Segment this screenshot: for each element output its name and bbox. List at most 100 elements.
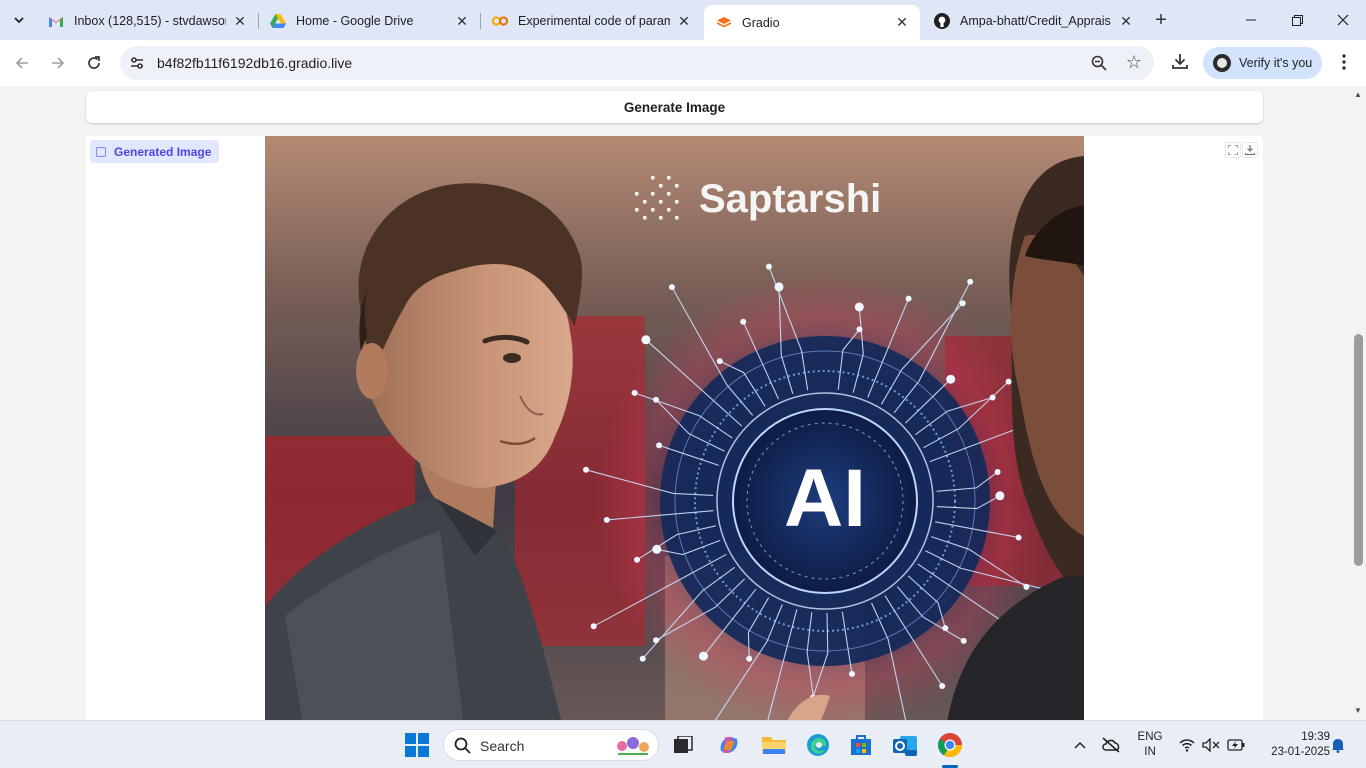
url-text[interactable]: b4f82fb11f6192db16.gradio.live <box>157 55 352 71</box>
circuit-node <box>1023 583 1030 590</box>
logo-dot <box>643 216 647 220</box>
language-indicator[interactable]: ENG IN <box>1136 730 1164 760</box>
github-icon <box>934 13 950 29</box>
circuit-node <box>939 683 946 689</box>
battery-charging-icon <box>1227 739 1245 751</box>
scroll-down-arrow-icon[interactable]: ▼ <box>1353 706 1363 716</box>
profile-verify-button[interactable]: Verify it's you <box>1203 47 1322 79</box>
image-brand-text: Saptarshi <box>699 177 881 221</box>
circuit-node <box>590 623 597 630</box>
tab-gradio[interactable]: Gradio ✕ <box>704 5 920 40</box>
circuit-node <box>740 318 747 325</box>
circuit-node <box>905 295 912 302</box>
notifications-button[interactable] <box>1328 721 1348 768</box>
close-window-button[interactable] <box>1320 0 1366 40</box>
fullscreen-button[interactable] <box>1225 142 1241 158</box>
outlook-icon <box>893 736 917 756</box>
folder-icon <box>762 737 786 754</box>
wifi-status[interactable] <box>1178 721 1196 768</box>
clock-date: 23-01-2025 <box>1271 746 1330 758</box>
close-tab-icon[interactable]: ✕ <box>894 14 910 31</box>
address-bar[interactable]: b4f82fb11f6192db16.gradio.live ☆ <box>120 46 1154 80</box>
arrow-left-icon <box>15 57 28 69</box>
arrow-right-icon <box>52 57 65 69</box>
start-button[interactable] <box>401 729 433 761</box>
microsoft-store-button[interactable] <box>845 729 877 761</box>
kebab-menu-icon <box>1342 54 1346 70</box>
chrome-button[interactable] <box>934 729 966 761</box>
site-info-icon[interactable] <box>128 54 146 72</box>
zoom-icon[interactable] <box>1090 54 1108 72</box>
forward-button[interactable] <box>44 49 72 77</box>
circuit-node <box>942 625 949 632</box>
logo-dot <box>659 216 663 220</box>
edge-icon <box>807 734 829 756</box>
logo-dot <box>667 176 671 180</box>
gradio-icon <box>716 15 732 31</box>
circuit-node <box>641 335 651 345</box>
page-viewport: Generate Image Generated Image AI Saptar… <box>0 86 1350 720</box>
back-button[interactable] <box>8 49 36 77</box>
logo-dot <box>651 192 655 196</box>
language-region: IN <box>1144 746 1156 758</box>
logo-dot <box>643 200 647 204</box>
tab-gmail[interactable]: Inbox (128,515) - stvdawson ✕ <box>36 6 258 36</box>
circuit-node <box>946 374 956 384</box>
scroll-thumb[interactable] <box>1354 334 1363 566</box>
generated-image: AI Saptarshi <box>265 136 1084 720</box>
download-image-button[interactable] <box>1242 142 1258 158</box>
taskbar-search-box[interactable]: Search <box>443 729 659 761</box>
circuit-node <box>631 389 638 396</box>
profile-label: Verify it's you <box>1239 56 1313 70</box>
circuit-node <box>959 300 966 307</box>
show-hidden-icons-button[interactable] <box>1070 721 1090 768</box>
minimize-button[interactable] <box>1228 0 1274 40</box>
logo-dot <box>635 192 639 196</box>
close-tab-icon[interactable]: ✕ <box>1118 13 1134 29</box>
circuit-node <box>995 491 1005 501</box>
output-label-text: Generated Image <box>114 144 212 159</box>
system-clock[interactable]: 19:39 23-01-2025 <box>1254 730 1330 760</box>
browser-menu-button[interactable] <box>1334 50 1354 74</box>
tab-title: Ampa-bhatt/Credit_Apprais <box>960 14 1111 28</box>
circuit-node <box>653 637 659 644</box>
onedrive-status-button[interactable] <box>1100 721 1122 768</box>
tab-github[interactable]: Ampa-bhatt/Credit_Apprais ✕ <box>922 6 1144 36</box>
new-tab-button[interactable]: + <box>1149 8 1173 32</box>
generate-image-button[interactable]: Generate Image <box>86 91 1263 123</box>
page-scrollbar[interactable]: ▲ ▼ <box>1350 86 1366 720</box>
reload-button[interactable] <box>80 49 108 77</box>
fullscreen-icon <box>1228 145 1238 155</box>
close-tab-icon[interactable]: ✕ <box>454 13 470 29</box>
restore-button[interactable] <box>1274 0 1320 40</box>
language-code: ENG <box>1137 731 1163 743</box>
close-tab-icon[interactable]: ✕ <box>676 13 692 29</box>
battery-status[interactable] <box>1226 721 1246 768</box>
edge-button[interactable] <box>802 729 834 761</box>
bookmark-star-icon[interactable]: ☆ <box>1126 52 1142 73</box>
outlook-button[interactable] <box>889 729 921 761</box>
tab-search-button[interactable] <box>6 7 32 33</box>
downloads-button[interactable] <box>1168 49 1192 73</box>
tab-title: Gradio <box>742 15 780 30</box>
copilot-button[interactable] <box>713 729 745 761</box>
scroll-up-arrow-icon[interactable]: ▲ <box>1353 90 1363 100</box>
tab-google-drive[interactable]: Home - Google Drive ✕ <box>258 6 480 36</box>
taskbar-search-label: Search <box>480 738 525 754</box>
download-icon <box>1245 145 1255 155</box>
circuit-node <box>668 284 675 291</box>
file-explorer-button[interactable] <box>758 729 790 761</box>
circuit-node <box>967 278 974 285</box>
output-label: Generated Image <box>90 140 220 163</box>
chevron-up-icon <box>1074 741 1086 749</box>
tab-colab[interactable]: Experimental code of param ✕ <box>480 6 702 36</box>
google-drive-icon <box>270 13 286 29</box>
volume-status[interactable] <box>1201 721 1221 768</box>
download-icon <box>1172 54 1188 69</box>
task-view-icon <box>674 736 693 753</box>
task-view-button[interactable] <box>667 729 699 761</box>
logo-dot <box>675 216 679 220</box>
colab-icon <box>492 13 508 29</box>
close-tab-icon[interactable]: ✕ <box>232 13 248 29</box>
logo-dot <box>659 200 663 204</box>
